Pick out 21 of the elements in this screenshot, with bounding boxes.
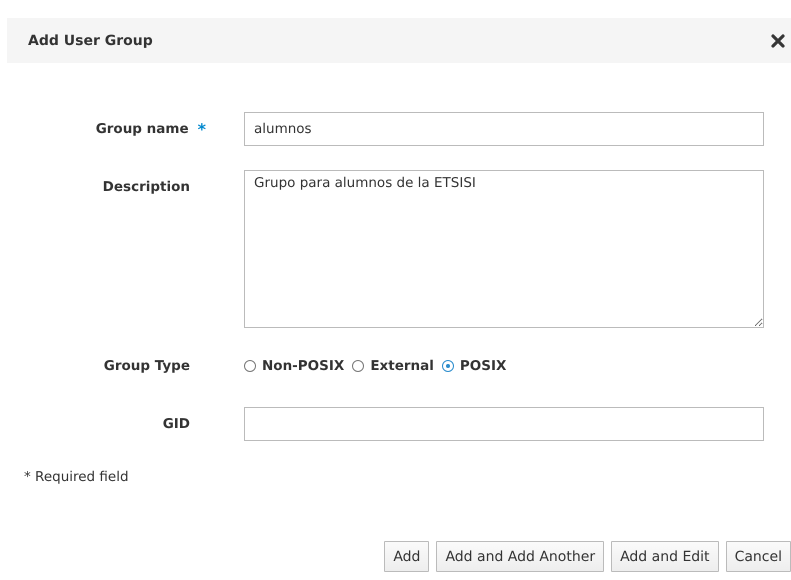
field-label: Description <box>102 179 190 195</box>
dialog-button[interactable]: Add and Add Another <box>436 541 604 572</box>
radio-label[interactable]: POSIX <box>460 358 506 374</box>
dialog-title: Add User Group <box>28 32 153 48</box>
required-field-note: * Required field <box>24 468 130 487</box>
radio-button[interactable] <box>442 360 454 372</box>
field-label: Group Type <box>104 358 190 374</box>
close-icon[interactable] <box>771 34 785 48</box>
dialog-button[interactable]: Cancel <box>726 541 791 572</box>
text-field[interactable] <box>244 407 764 441</box>
required-mark: * <box>198 120 206 138</box>
radio-label[interactable]: External <box>370 358 434 374</box>
dialog-button[interactable]: Add <box>384 541 430 572</box>
radio-button[interactable] <box>244 360 256 372</box>
textarea-field[interactable]: Grupo para alumnos de la ETSISI <box>244 170 764 328</box>
text-field[interactable]: alumnos <box>244 112 764 146</box>
field-label: Group name <box>96 121 189 137</box>
radio-button[interactable] <box>352 360 364 372</box>
radio-label[interactable]: Non-POSIX <box>262 358 344 374</box>
dialog-button[interactable]: Add and Edit <box>611 541 719 572</box>
field-label: GID <box>162 416 190 432</box>
